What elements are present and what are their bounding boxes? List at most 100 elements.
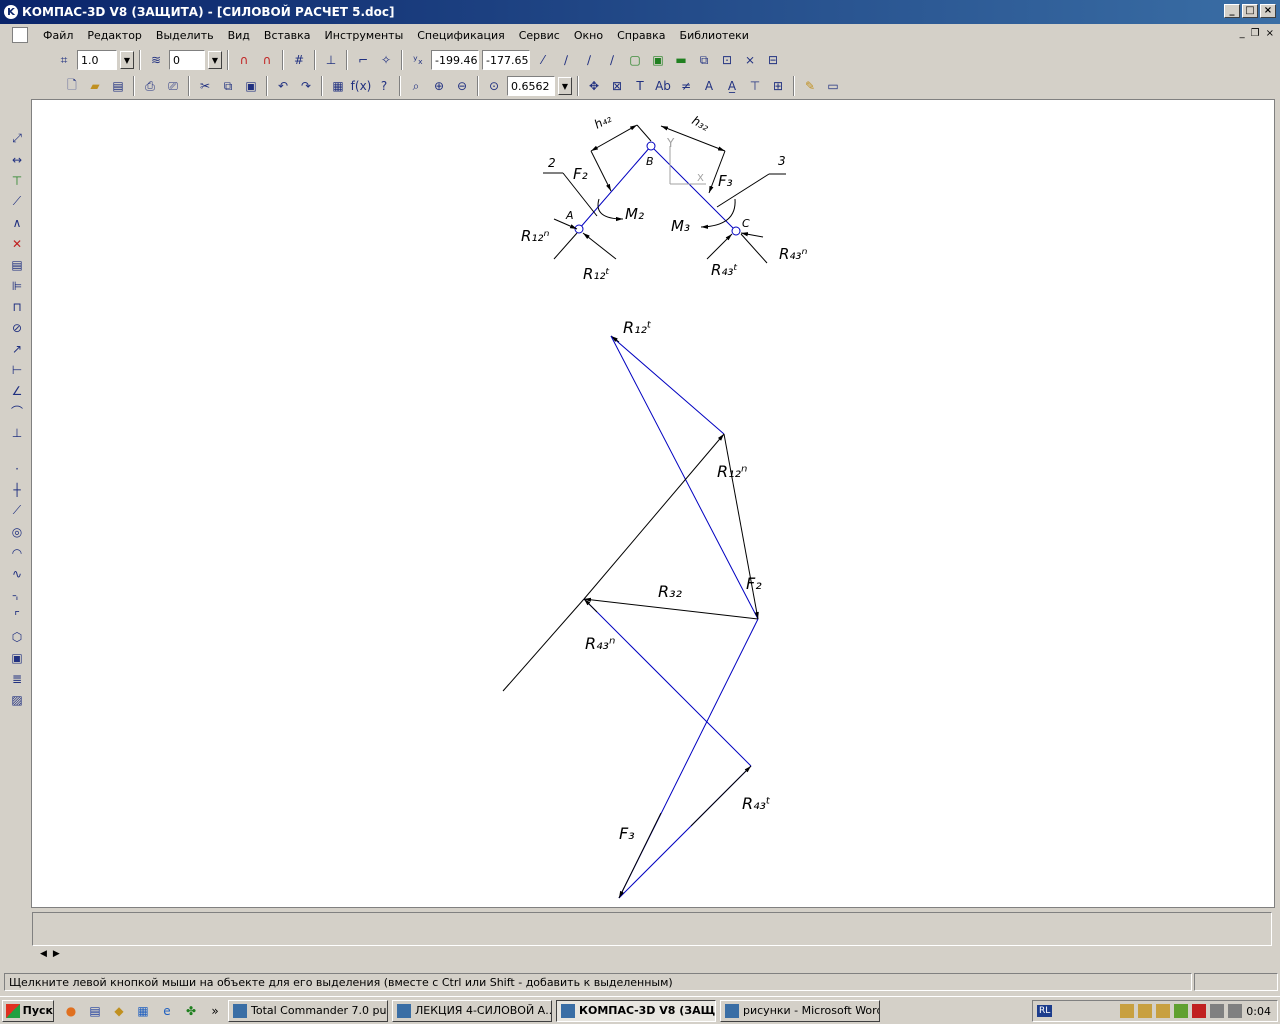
save-icon[interactable]: ▤ <box>108 76 128 96</box>
zoom-scale-icon[interactable]: ⊙ <box>484 76 504 96</box>
circle-icon[interactable]: ◎ <box>6 521 28 542</box>
menu-specification[interactable]: Спецификация <box>410 29 511 42</box>
arc-icon[interactable]: ◠ <box>6 542 28 563</box>
text-icon[interactable]: T <box>630 76 650 96</box>
pan-icon[interactable]: ✥ <box>584 76 604 96</box>
help-pointer-icon[interactable]: ? <box>374 76 394 96</box>
angle-dim-icon[interactable]: ∠ <box>6 380 28 401</box>
show-all-icon[interactable]: ⊠ <box>607 76 627 96</box>
new-document-icon[interactable]: 🗋 <box>62 76 82 96</box>
copy-icon[interactable]: ⧉ <box>218 76 238 96</box>
spell-check-icon[interactable]: ≠ <box>676 76 696 96</box>
filter-frame-icon[interactable]: ⊡ <box>717 50 737 70</box>
open-folder-icon[interactable]: ▰ <box>85 76 105 96</box>
text-underline-icon[interactable]: A̲ <box>722 76 742 96</box>
filter-dash-icon[interactable]: ∕ <box>556 50 576 70</box>
point-icon[interactable]: · <box>6 458 28 479</box>
minimize-button[interactable]: _ <box>1224 4 1240 18</box>
start-button[interactable]: Пуск <box>2 999 54 1022</box>
geometry-panel-icon[interactable]: ⤢ <box>6 128 28 149</box>
tray-icon-2[interactable] <box>1138 1004 1153 1018</box>
radius-dim-icon[interactable]: ↗ <box>6 338 28 359</box>
tray-icon-6[interactable] <box>1210 1004 1225 1018</box>
edit-panel-icon[interactable]: ⟋ <box>6 191 28 212</box>
maximize-button[interactable]: □ <box>1242 4 1258 18</box>
height-dim-icon[interactable]: ⊥ <box>6 422 28 443</box>
scale-dropdown-arrow[interactable]: ▼ <box>120 51 134 69</box>
ie-icon[interactable]: e <box>158 1002 176 1020</box>
filter-hatch-icon[interactable]: ▣ <box>648 50 668 70</box>
stamp-icon[interactable]: ⊤ <box>745 76 765 96</box>
undo-icon[interactable]: ↶ <box>273 76 293 96</box>
menu-view[interactable]: Вид <box>221 29 257 42</box>
menu-libraries[interactable]: Библиотеки <box>673 29 756 42</box>
grid-icon[interactable]: # <box>289 50 309 70</box>
tray-icon-7[interactable] <box>1228 1004 1243 1018</box>
filter-cross-icon[interactable]: ⨯ <box>740 50 760 70</box>
designation-panel-icon[interactable]: ⊤ <box>6 170 28 191</box>
chamfer-icon[interactable]: ⌍ <box>6 584 28 605</box>
more-quicklaunch-icon[interactable]: » <box>206 1002 224 1020</box>
segment-icon[interactable]: ⟋ <box>6 500 28 521</box>
arc-dim-icon[interactable]: ⌒ <box>6 401 28 422</box>
text-style-icon[interactable]: Ab <box>653 76 673 96</box>
menu-select[interactable]: Выделить <box>149 29 221 42</box>
ordinate-dim-icon[interactable]: ⊢ <box>6 359 28 380</box>
layer-field[interactable]: 0 <box>169 50 205 70</box>
calculator-icon[interactable]: ▦ <box>134 1002 152 1020</box>
round-coords-icon[interactable]: ✧ <box>376 50 396 70</box>
clover-icon[interactable]: ✤ <box>182 1002 200 1020</box>
fillet-icon[interactable]: ⌜ <box>6 605 28 626</box>
snap-magnet-icon[interactable]: ∩ <box>234 50 254 70</box>
tray-icon-1[interactable] <box>1120 1004 1135 1018</box>
tray-icon-5[interactable] <box>1192 1004 1207 1018</box>
snap-settings-icon[interactable]: ∩ <box>257 50 277 70</box>
filter-insert-icon[interactable]: ⊟ <box>763 50 783 70</box>
zoom-dropdown-arrow[interactable]: ▼ <box>558 77 572 95</box>
tools-quicklaunch-icon[interactable]: ◆ <box>110 1002 128 1020</box>
task-total-commander[interactable]: Total Commander 7.0 pu... <box>228 999 388 1022</box>
drawing-svg[interactable]: Y X B A C h₄₂ h₃₂ 2 F₂ 3 F₃ M₂ M₃ R₁₂ⁿ R… <box>32 100 1276 909</box>
language-indicator[interactable]: RL <box>1037 1005 1053 1017</box>
variables-fx-icon[interactable]: f(x) <box>351 76 372 96</box>
filter-thin-icon[interactable]: ∕ <box>602 50 622 70</box>
diameter-dim-icon[interactable]: ⊘ <box>6 317 28 338</box>
local-cs-icon[interactable]: ⊥ <box>321 50 341 70</box>
task-kompas[interactable]: КОМПАС-3D V8 (ЗАЩ... <box>556 999 716 1022</box>
hatch-icon[interactable]: ▨ <box>6 689 28 710</box>
tray-icon-4[interactable] <box>1174 1004 1189 1018</box>
aux-line-icon[interactable]: ┼ <box>6 479 28 500</box>
ortho-icon[interactable]: ⌐ <box>353 50 373 70</box>
measure-panel-icon[interactable]: ✕ <box>6 233 28 254</box>
document-icon[interactable] <box>12 27 28 43</box>
firefox-icon[interactable]: ● <box>62 1002 80 1020</box>
tray-icon-3[interactable] <box>1156 1004 1171 1018</box>
filter-green-icon[interactable]: ▢ <box>625 50 645 70</box>
drawing-canvas[interactable]: Y X B A C h₄₂ h₃₂ 2 F₂ 3 F₃ M₂ M₃ R₁₂ⁿ R… <box>31 99 1275 908</box>
mdi-minimize-button[interactable]: _ <box>1240 28 1245 39</box>
filter-fill-icon[interactable]: ▬ <box>671 50 691 70</box>
nav-right-icon[interactable]: ▶ <box>53 949 60 959</box>
redo-icon[interactable]: ↷ <box>296 76 316 96</box>
print-preview-icon[interactable]: ⎚ <box>163 76 183 96</box>
layers-icon[interactable]: ≋ <box>146 50 166 70</box>
mdi-close-button[interactable]: × <box>1266 28 1274 39</box>
menu-service[interactable]: Сервис <box>512 29 567 42</box>
nav-left-icon[interactable]: ◀ <box>40 949 47 959</box>
equidistant-icon[interactable]: ≣ <box>6 668 28 689</box>
manager-icon[interactable]: ▦ <box>328 76 348 96</box>
filter-copy-icon[interactable]: ⧉ <box>694 50 714 70</box>
coord-x-field[interactable]: -199.46 <box>431 50 479 70</box>
task-word-figures[interactable]: рисунки - Microsoft Word <box>720 999 880 1022</box>
zoom-field[interactable]: 0.6562 <box>507 76 555 96</box>
spec-panel-icon[interactable]: ⊫ <box>6 275 28 296</box>
snap-grid-icon[interactable]: ⌗ <box>54 50 74 70</box>
mdi-restore-button[interactable]: ❐ <box>1251 28 1260 39</box>
parametrize-panel-icon[interactable]: ∧ <box>6 212 28 233</box>
zoom-in-icon[interactable]: ⊕ <box>429 76 449 96</box>
menu-insert[interactable]: Вставка <box>257 29 318 42</box>
task-lecture-doc[interactable]: ЛЕКЦИЯ 4-СИЛОВОЙ А... <box>392 999 552 1022</box>
print-icon[interactable]: ⎙ <box>140 76 160 96</box>
scale-field[interactable]: 1.0 <box>77 50 117 70</box>
coord-y-field[interactable]: -177.65 <box>482 50 530 70</box>
